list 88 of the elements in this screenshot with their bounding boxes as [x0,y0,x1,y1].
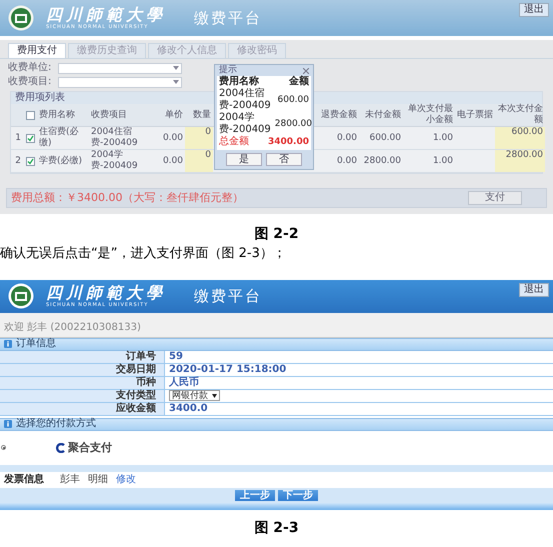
figure-caption: 图 2-2 [254,226,299,243]
dialog-column-header: 费用名称 [219,76,259,88]
total-label: 总金额 [219,136,249,148]
table-cell-text: 2800.00 [362,156,402,166]
column-header: 收费项目 [90,110,128,120]
field-label: 应收金额 [116,402,156,415]
info-icon [4,420,12,428]
field-value: 2020-01-17 15:18:00 [169,364,286,376]
invoice-name: 彭丰 [60,474,80,486]
field-label: 订单号 [126,350,156,363]
table-cell-text: 0.00 [162,156,184,166]
quantity-cell[interactable]: 0 [185,127,213,149]
payment-radio[interactable] [1,445,6,450]
invoice-label: 发票信息 [4,474,44,486]
field-value: 59 [169,350,183,363]
total-value: 3400.00 [268,136,309,148]
platform-title: 缴费平台 [194,286,262,308]
payment-amount-cell[interactable]: 2800.00 [495,150,545,172]
fee-name: 2004学费-200409 [219,112,271,136]
column-header: 单价 [164,110,184,120]
field-label: 支付类型 [116,390,156,402]
fee-name: 2004住宿费-200409 [219,88,272,112]
table-cell-text: 600.00 [368,132,402,144]
dialog-column-header: 金额 [289,76,309,88]
pay-button[interactable]: 支付 [468,191,522,205]
column-header: 电子票据 [456,110,494,120]
table-cell-text: 2004学费-200409 [90,150,139,172]
exit-button[interactable]: 退出 [519,3,549,17]
table-cell-text: 学费(必缴) [38,156,84,166]
step-button[interactable]: 下一步 [278,490,318,501]
payment-method-label: 聚合支付 [68,441,112,454]
table-cell-text: 0.00 [336,156,358,166]
dialog-button[interactable]: 是 [226,153,262,166]
field-label: 交易日期 [116,364,156,376]
column-header: 数量 [192,110,212,120]
platform-title: 缴费平台 [194,8,262,29]
university-logo [8,283,34,310]
edit-link[interactable]: 修改 [116,474,136,486]
row-checkbox[interactable] [26,134,34,142]
list-title: 费用项列表 [15,92,65,104]
field-value: 人民币 [169,376,199,389]
table-cell-text: 1.00 [432,156,454,166]
row-checkbox[interactable] [26,110,34,120]
fee-amount: 2800.00 [274,118,312,130]
figure-caption: 图 2-3 [254,520,299,537]
payment-type-select[interactable]: 网银付款 [169,390,220,402]
column-header: 单次支付最小金额 [407,104,454,126]
column-header: 费用名称 [38,110,76,120]
payment-amount-cell[interactable]: 600.00 [495,127,545,149]
university-name: 四川師範大學 [46,6,166,24]
field-label: 币种 [136,376,156,389]
welcome-text: 欢迎 彭丰 (2002210308133) [4,322,141,333]
table-cell-text: 1.00 [432,132,454,144]
filter-dropdown[interactable] [58,76,182,88]
filter-label: 收费项目: [8,76,52,88]
dialog-title: 提示 [219,65,237,76]
chevron-down-icon [173,66,179,70]
tab[interactable]: 费用支付 [8,43,66,58]
total-amount: 费用总额：￥3400.00（大写：叁仟肆佰元整） [11,191,244,205]
exit-button[interactable]: 退出 [519,283,549,297]
invoice-detail: 明细 [88,474,108,486]
section-title: 订单信息 [16,338,56,350]
arc-logo-icon [56,442,65,453]
table-cell-text: 住宿费(必缴) [38,127,80,149]
table-cell-text: 0.00 [336,132,358,144]
close-icon[interactable] [303,68,309,74]
filter-label: 收费单位: [8,62,52,74]
row-checkbox[interactable] [26,156,34,166]
table-cell-text: 0.00 [162,132,184,144]
chevron-down-icon [173,80,179,84]
info-icon [4,340,12,348]
quantity-cell[interactable]: 0 [185,150,213,172]
row-number: 1 [14,132,22,144]
section-title: 选择您的付款方式 [16,418,96,430]
caret-down-icon [212,394,217,398]
fee-amount: 600.00 [278,94,309,106]
dialog-button[interactable]: 否 [266,153,302,166]
column-header: 未付金额 [364,110,402,120]
university-logo [8,5,34,31]
field-value: 3400.0 [169,402,208,415]
column-header: 退费金额 [320,110,358,120]
step-button[interactable]: 上一步 [235,490,275,501]
university-name: 四川師範大學 [46,284,166,302]
row-number: 2 [14,156,22,166]
column-header: 本次支付金额 [497,104,544,126]
table-cell-text: 2004住宿费-200409 [90,127,139,149]
filter-dropdown[interactable] [58,62,182,74]
instruction-text: 确认无误后点击“是”，进入支付界面（图 2-3）； [0,245,286,262]
